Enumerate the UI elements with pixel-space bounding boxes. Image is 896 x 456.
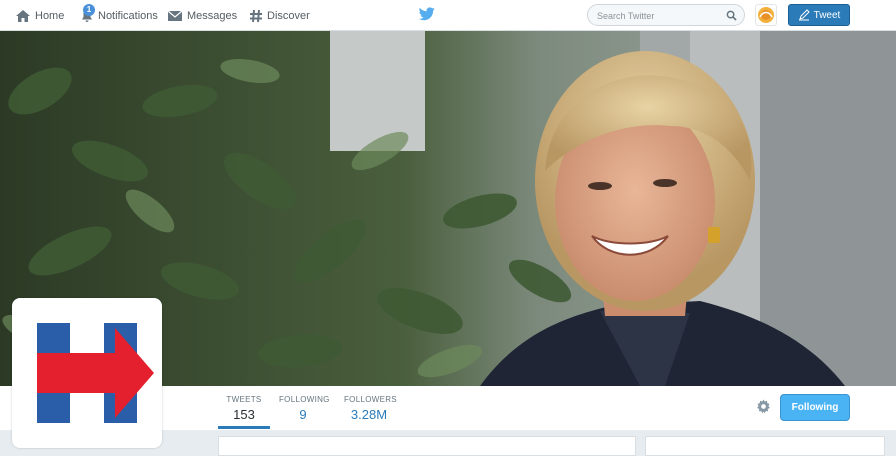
home-icon bbox=[16, 9, 30, 22]
nav-home[interactable]: Home bbox=[15, 0, 64, 31]
sidebar-card bbox=[645, 436, 885, 456]
stat-following[interactable]: FOLLOWING 9 bbox=[279, 395, 330, 422]
search-box[interactable] bbox=[587, 4, 745, 26]
twitter-bird-icon[interactable] bbox=[419, 7, 435, 21]
stat-following-value: 9 bbox=[299, 407, 307, 422]
stat-following-label: FOLLOWING bbox=[279, 395, 330, 404]
nav-messages[interactable]: Messages bbox=[167, 0, 237, 31]
notification-badge: 1 bbox=[83, 4, 95, 16]
stat-followers[interactable]: FOLLOWERS 3.28M bbox=[344, 395, 397, 422]
active-tab-indicator bbox=[218, 426, 270, 429]
stat-tweets[interactable]: TWEETS 153 bbox=[218, 395, 270, 422]
stat-followers-label: FOLLOWERS bbox=[344, 395, 397, 404]
compose-icon bbox=[798, 9, 810, 21]
tweets-card bbox=[218, 436, 636, 456]
top-navigation-bar: Home 1 Notifications Messages Discover T… bbox=[0, 0, 896, 31]
stat-tweets-label: TWEETS bbox=[226, 395, 262, 404]
nav-messages-label: Messages bbox=[187, 9, 238, 22]
envelope-icon bbox=[167, 10, 183, 21]
nav-notifications[interactable]: 1 Notifications bbox=[80, 0, 158, 31]
stat-followers-value: 3.28M bbox=[350, 407, 388, 422]
nav-home-label: Home bbox=[35, 9, 65, 22]
hashtag-icon bbox=[250, 9, 262, 22]
stat-tweets-value: 153 bbox=[233, 407, 255, 422]
profile-avatar[interactable] bbox=[12, 298, 162, 448]
search-icon[interactable] bbox=[726, 10, 737, 21]
nav-discover-label: Discover bbox=[267, 9, 310, 22]
h-arrow-logo bbox=[37, 323, 154, 423]
nav-notifications-label: Notifications bbox=[98, 9, 158, 22]
user-avatar[interactable] bbox=[755, 4, 777, 26]
search-input[interactable] bbox=[597, 9, 717, 23]
following-button-label: Following bbox=[791, 402, 839, 413]
nav-discover[interactable]: Discover bbox=[249, 0, 310, 31]
following-button[interactable]: Following bbox=[780, 394, 850, 421]
avatar-image bbox=[758, 7, 774, 23]
gear-icon[interactable] bbox=[756, 399, 771, 414]
tweet-button-label: Tweet bbox=[813, 9, 841, 21]
tweet-button[interactable]: Tweet bbox=[788, 4, 850, 26]
